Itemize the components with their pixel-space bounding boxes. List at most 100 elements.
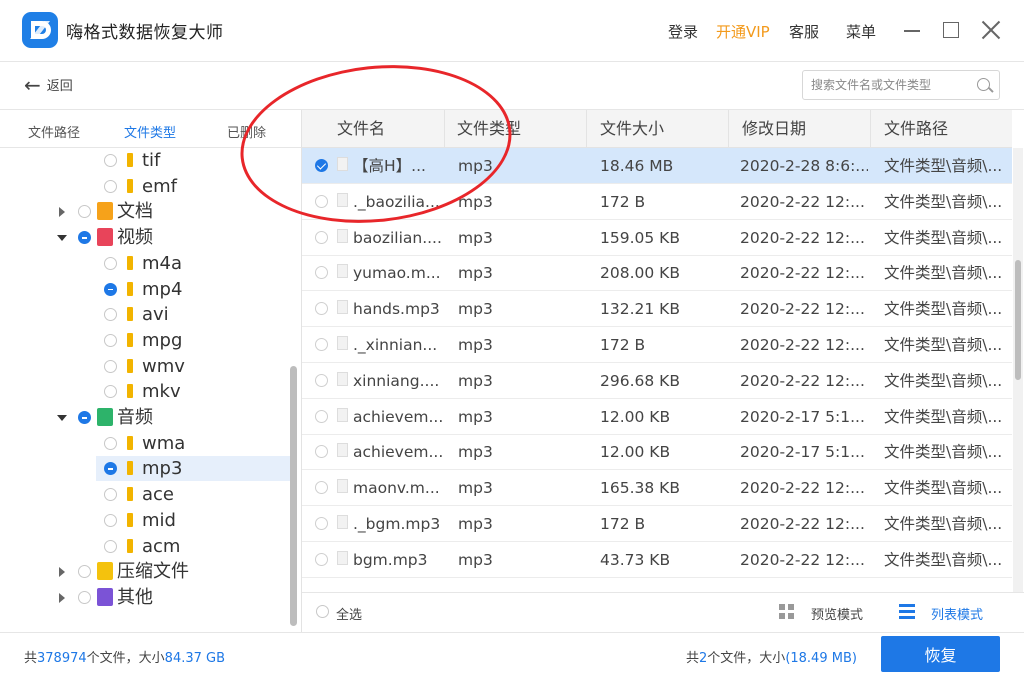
file-icon [337, 443, 348, 458]
file-icon [337, 550, 348, 565]
search-icon[interactable] [977, 78, 990, 91]
table-row[interactable]: achievem... mp3 12.00 KB 2020-2-17 5:1... 文件… [302, 399, 1012, 435]
select-all-checkbox[interactable] [316, 605, 329, 618]
table-row[interactable]: ._xinnian... mp3 172 B 2020-2-22 12:... 文件类型… [302, 327, 1012, 363]
tree-checkbox[interactable] [78, 205, 91, 219]
table-row[interactable]: 【高H】... mp3 18.46 MB 2020-2-28 8:6:... 文件类型\… [302, 148, 1012, 184]
minimize-icon[interactable] [904, 30, 920, 32]
close-icon[interactable] [981, 20, 1001, 40]
column-header-type[interactable]: 文件类型 [445, 110, 587, 148]
vip-link[interactable]: 开通VIP [716, 21, 770, 42]
tree-item-其他[interactable]: 其他 [0, 585, 292, 610]
cell-name: yumao.m... [353, 264, 441, 283]
tree-checkbox[interactable] [104, 308, 117, 322]
row-checkbox[interactable] [315, 373, 328, 387]
grid-view-icon[interactable] [779, 604, 794, 619]
row-checkbox[interactable] [315, 552, 328, 566]
tree-item-mp3[interactable]: mp3 [96, 456, 292, 482]
tree-item-mpg[interactable]: mpg [0, 328, 292, 353]
tree-checkbox[interactable] [104, 539, 117, 553]
tab-deleted[interactable]: 已删除 [227, 122, 266, 141]
file-icon [337, 157, 348, 171]
menu-link[interactable]: 菜单 [846, 21, 876, 42]
caret-right-icon[interactable] [59, 207, 65, 218]
caret-down-icon[interactable] [57, 235, 67, 242]
table-row[interactable]: bgm.mp3 mp3 43.73 KB 2020-2-22 12:... 文件类型\音… [302, 542, 1012, 578]
tree-item-emf[interactable]: emf [0, 174, 292, 199]
column-header-path[interactable]: 文件路径 [871, 110, 1012, 148]
table-scrollbar-track[interactable] [1013, 148, 1023, 628]
table-row[interactable]: baozilian.... mp3 159.05 KB 2020-2-22 12:..… [302, 220, 1012, 256]
maximize-icon[interactable] [943, 22, 959, 38]
recover-button[interactable]: 恢复 [881, 636, 1000, 672]
row-checkbox[interactable] [315, 194, 328, 208]
tree-checkbox[interactable] [78, 411, 91, 424]
tree-checkbox[interactable] [104, 436, 117, 450]
table-row[interactable]: xinniang.... mp3 296.68 KB 2020-2-22 12:...… [302, 363, 1012, 399]
row-checkbox[interactable] [315, 302, 328, 316]
tree-item-wma[interactable]: wma [0, 431, 292, 456]
select-all-label[interactable]: 全选 [336, 604, 362, 623]
tree-item-tif[interactable]: tif [0, 148, 292, 173]
cell-size: 43.73 KB [600, 550, 671, 569]
tree-checkbox[interactable] [104, 359, 117, 373]
tree-item-视频[interactable]: 视频 [0, 225, 292, 250]
table-row[interactable]: achievem... mp3 12.00 KB 2020-2-17 5:1... 文件… [302, 434, 1012, 471]
row-checkbox[interactable] [315, 409, 328, 423]
login-link[interactable]: 登录 [668, 21, 698, 42]
row-checkbox[interactable] [315, 338, 328, 351]
row-checkbox[interactable] [315, 445, 328, 459]
folder-icon [127, 487, 133, 502]
tree-checkbox[interactable] [104, 385, 117, 399]
row-checkbox[interactable] [315, 266, 328, 280]
row-checkbox[interactable] [315, 159, 328, 172]
column-header-date[interactable]: 修改日期 [729, 110, 871, 148]
table-row[interactable]: hands.mp3 mp3 132.21 KB 2020-2-22 12:... 文件类… [302, 291, 1012, 328]
tab-file-path[interactable]: 文件路径 [28, 122, 80, 141]
caret-down-icon[interactable] [57, 415, 67, 421]
row-checkbox[interactable] [315, 481, 328, 495]
table-scrollbar-thumb[interactable] [1015, 260, 1021, 380]
tree-item-ace[interactable]: ace [0, 482, 292, 507]
tree-checkbox[interactable] [78, 590, 91, 604]
tree-item-mp4[interactable]: mp4 [0, 277, 292, 302]
tree-checkbox[interactable] [104, 154, 117, 167]
preview-mode-button[interactable]: 预览模式 [811, 604, 863, 623]
tree-checkbox[interactable] [104, 282, 117, 296]
tree-checkbox[interactable] [104, 256, 117, 270]
tree-item-mkv[interactable]: mkv [0, 379, 292, 404]
tree-checkbox[interactable] [104, 462, 117, 476]
tree-item-mid[interactable]: mid [0, 508, 292, 533]
tree-item-压缩文件[interactable]: 压缩文件 [0, 559, 292, 584]
sidebar-scrollbar[interactable] [290, 366, 297, 626]
tree-item-文档[interactable]: 文档 [0, 199, 292, 224]
row-checkbox[interactable] [315, 517, 328, 530]
selected-prefix: 共 [686, 651, 700, 666]
list-mode-button[interactable]: 列表模式 [931, 604, 983, 623]
list-view-icon[interactable] [899, 604, 915, 619]
tree-item-音频[interactable]: 音频 [0, 405, 292, 430]
service-link[interactable]: 客服 [789, 21, 819, 42]
column-header-size[interactable]: 文件大小 [587, 110, 729, 148]
back-button[interactable]: ← 返回 [24, 75, 73, 95]
tree-item-acm[interactable]: acm [0, 534, 292, 559]
table-row[interactable]: ._baozilia... mp3 172 B 2020-2-22 12:... 文件类… [302, 184, 1012, 220]
caret-right-icon[interactable] [59, 592, 65, 603]
caret-right-icon[interactable] [59, 567, 65, 578]
tree-checkbox[interactable] [78, 231, 91, 245]
tab-file-type[interactable]: 文件类型 [124, 122, 176, 141]
search-input[interactable] [811, 71, 971, 99]
tree-item-m4a[interactable]: m4a [0, 251, 292, 276]
column-header-name[interactable]: 文件名 [302, 110, 445, 148]
table-row[interactable]: maonv.m... mp3 165.38 KB 2020-2-22 12:... 文件… [302, 470, 1012, 507]
tree-checkbox[interactable] [104, 333, 117, 347]
table-row[interactable]: ._bgm.mp3 mp3 172 B 2020-2-22 12:... 文件类型\音频… [302, 506, 1012, 542]
tree-item-wmv[interactable]: wmv [0, 354, 292, 379]
tree-checkbox[interactable] [78, 565, 91, 579]
tree-checkbox[interactable] [104, 179, 117, 193]
tree-checkbox[interactable] [104, 488, 117, 502]
tree-item-avi[interactable]: avi [0, 302, 292, 327]
row-checkbox[interactable] [315, 230, 328, 244]
table-row[interactable]: yumao.m... mp3 208.00 KB 2020-2-22 12:... 文件… [302, 255, 1012, 292]
tree-checkbox[interactable] [104, 513, 117, 527]
